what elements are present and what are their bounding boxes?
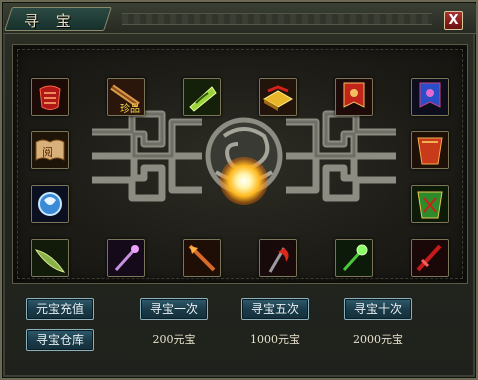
red-banner-icon [336, 79, 372, 115]
hunt-once-button[interactable]: 寻宝一次 [140, 298, 208, 320]
red-scythe-icon [260, 240, 296, 276]
gold-bars-icon [260, 79, 296, 115]
item-slot-11[interactable] [31, 239, 69, 277]
glowing-orb [220, 157, 268, 205]
hunt-ten-price: 2000元宝 [353, 333, 403, 346]
hunt-ten-button[interactable]: 寻宝十次 [344, 298, 412, 320]
green-cape-icon [412, 186, 448, 222]
item-slot-14[interactable] [259, 239, 297, 277]
open-book-icon: 阅 [32, 132, 68, 168]
red-sword-icon [412, 240, 448, 276]
item-slot-5[interactable] [335, 78, 373, 116]
item-slot-15[interactable] [335, 239, 373, 277]
red-cape-icon [412, 132, 448, 168]
item-slot-9[interactable] [31, 185, 69, 223]
hunt-five-price: 1000元宝 [250, 333, 300, 346]
treasure-label: 珍品 [120, 103, 140, 115]
green-dragon-scroll-icon [184, 79, 220, 115]
item-slot-4[interactable] [259, 78, 297, 116]
item-slot-16[interactable] [411, 239, 449, 277]
item-slot-1[interactable] [31, 78, 69, 116]
item-slot-10[interactable] [411, 185, 449, 223]
hunt-five-button[interactable]: 寻宝五次 [241, 298, 309, 320]
item-slot-6[interactable] [411, 78, 449, 116]
green-scepter-icon [336, 240, 372, 276]
blue-banner-icon [412, 79, 448, 115]
recharge-button[interactable]: 元宝充值 [26, 298, 94, 320]
treasure-scroll-icon: 珍品 [108, 79, 144, 115]
red-armor-icon [32, 79, 68, 115]
blue-orb-icon [32, 186, 68, 222]
green-horn-icon [32, 240, 68, 276]
book-label: 阅 [42, 146, 53, 159]
header-decoration [122, 13, 432, 25]
window-title: 寻 宝 [24, 12, 77, 30]
warehouse-button[interactable]: 寻宝仓库 [26, 329, 94, 351]
close-button[interactable]: X [444, 11, 463, 30]
item-slot-8[interactable] [411, 131, 449, 169]
item-slot-12[interactable] [107, 239, 145, 277]
orange-staff-icon [184, 240, 220, 276]
treasure-hunt-window: 寻 宝 X 珍品 阅 元宝充值 寻宝仓库 寻宝一次 寻宝五次 寻宝十次 200元… [0, 0, 478, 380]
purple-wand-icon [108, 240, 144, 276]
window-header: 寻 宝 X [4, 4, 476, 34]
item-slot-2[interactable]: 珍品 [107, 78, 145, 116]
item-slot-3[interactable] [183, 78, 221, 116]
item-slot-13[interactable] [183, 239, 221, 277]
item-slot-7[interactable]: 阅 [31, 131, 69, 169]
hunt-once-price: 200元宝 [152, 333, 196, 346]
